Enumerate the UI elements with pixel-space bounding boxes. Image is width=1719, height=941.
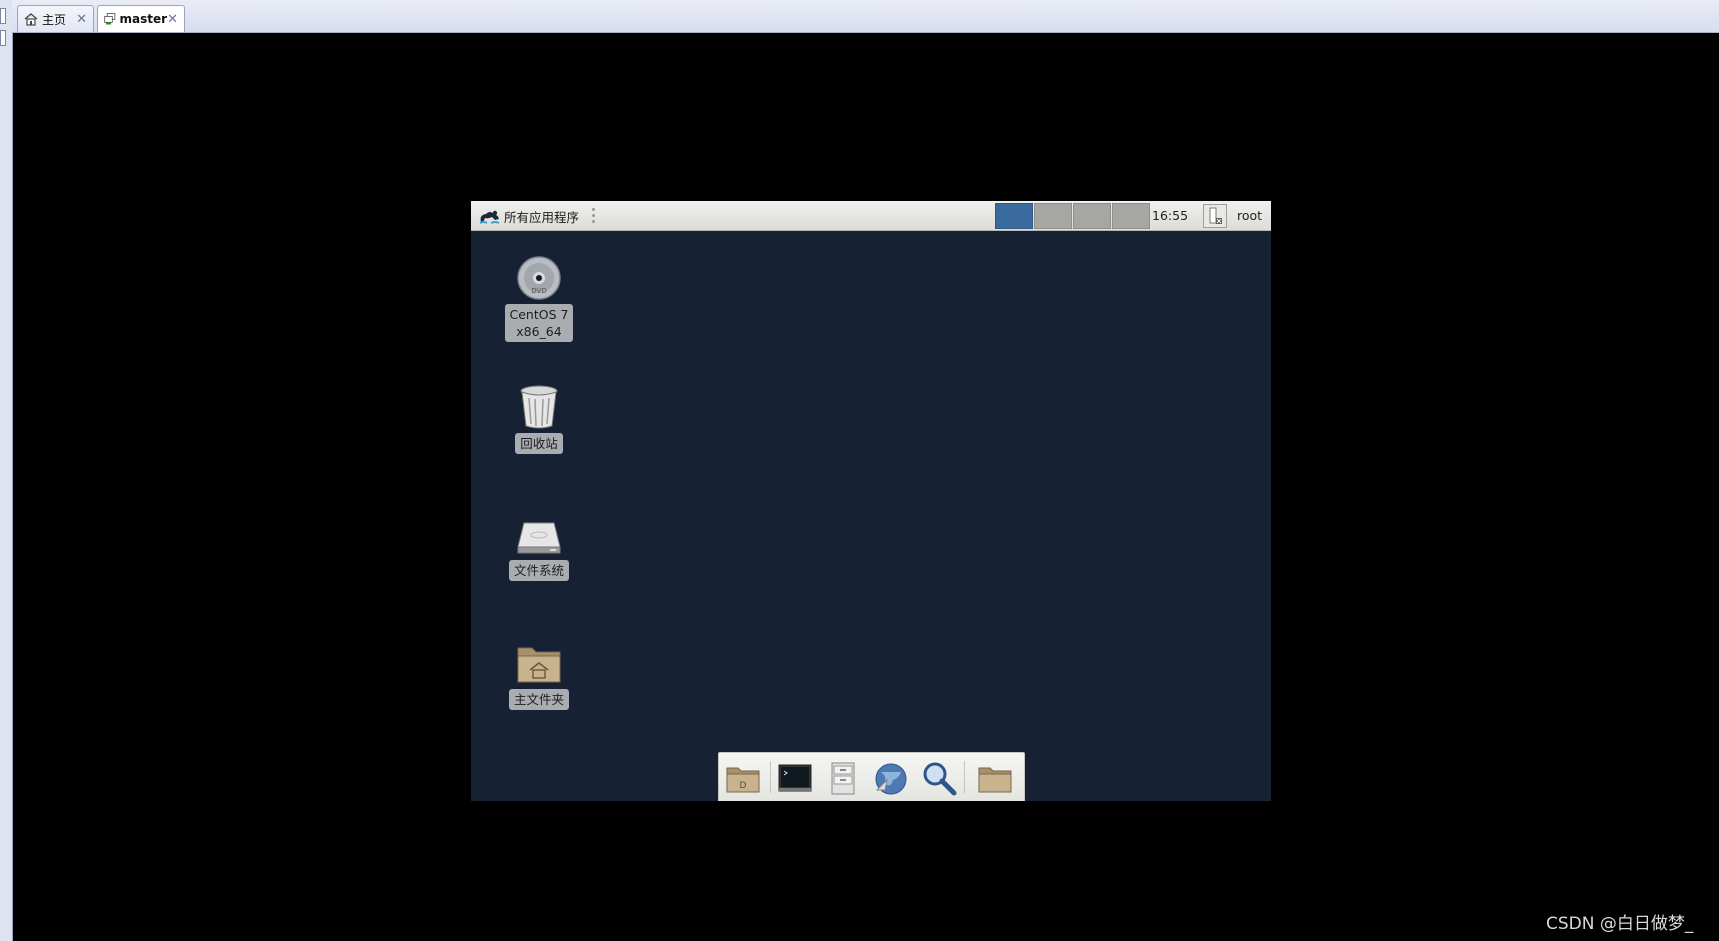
desktop-icon-trash[interactable]: 回收站 xyxy=(494,384,584,454)
tab-master[interactable]: master ✕ xyxy=(97,5,185,32)
virtual-machine-icon xyxy=(104,13,116,25)
bottom-dock: D xyxy=(718,752,1025,801)
desktop-icon-label: 回收站 xyxy=(515,433,563,454)
folder-icon[interactable] xyxy=(977,760,1013,796)
host-edge-handle[interactable] xyxy=(0,8,6,24)
tab-home[interactable]: 主页 ✕ xyxy=(17,5,94,32)
tab-home-label: 主页 xyxy=(42,12,67,27)
workspace-4[interactable] xyxy=(1112,203,1150,229)
dvd-disc-text: DVD xyxy=(531,287,546,295)
applications-menu[interactable]: 所有应用程序 xyxy=(478,204,579,228)
workspace-3[interactable] xyxy=(1073,203,1111,229)
workspace-1[interactable] xyxy=(995,203,1033,229)
guest-top-panel: 所有应用程序 16:55 root xyxy=(471,201,1271,231)
host-window-edge xyxy=(0,0,13,941)
csdn-watermark: CSDN @白日做梦_ xyxy=(1546,914,1694,934)
desktop-icon-label: 主文件夹 xyxy=(508,689,569,710)
file-manager-icon[interactable]: D xyxy=(725,760,761,796)
home-icon xyxy=(24,13,38,26)
svg-text:D: D xyxy=(740,781,747,791)
host-edge-handle[interactable] xyxy=(0,30,6,46)
desktop-icon-label: 文件系统 xyxy=(508,560,569,581)
panel-clock[interactable]: 16:55 xyxy=(1152,201,1188,231)
notification-area[interactable] xyxy=(1203,204,1227,228)
user-menu[interactable]: root xyxy=(1237,201,1262,231)
file-cabinet-icon[interactable] xyxy=(825,760,861,796)
web-browser-icon[interactable] xyxy=(873,760,909,796)
tab-home-close-icon[interactable]: ✕ xyxy=(76,12,87,27)
host-tab-bar: 主页 ✕ master ✕ xyxy=(12,0,1719,33)
drive-icon xyxy=(517,522,561,554)
tab-master-close-icon[interactable]: ✕ xyxy=(167,12,178,27)
workspace-2[interactable] xyxy=(1034,203,1072,229)
search-icon[interactable] xyxy=(921,760,957,796)
panel-drag-handle[interactable] xyxy=(592,208,595,224)
guest-screen[interactable]: 所有应用程序 16:55 root DVD CentOS 7 x86_64 回收… xyxy=(471,201,1271,801)
desktop-icon-label: CentOS 7 x86_64 xyxy=(504,304,574,342)
desktop-icon-filesystem[interactable]: 文件系统 xyxy=(494,517,584,581)
desktop-icon-home-folder[interactable]: 主文件夹 xyxy=(494,640,584,710)
dock-separator xyxy=(964,761,965,793)
xfce-mouse-logo-icon xyxy=(479,210,500,224)
desktop-icon-centos-dvd[interactable]: DVD CentOS 7 x86_64 xyxy=(494,255,584,342)
home-folder-icon xyxy=(517,647,561,683)
terminal-icon[interactable] xyxy=(777,760,813,796)
applications-menu-label: 所有应用程序 xyxy=(504,209,580,225)
trash-icon xyxy=(520,385,558,429)
tab-master-label: master xyxy=(119,12,168,26)
dock-separator xyxy=(770,761,771,793)
device-status-icon xyxy=(1209,207,1222,224)
dvd-icon: DVD xyxy=(517,256,561,300)
